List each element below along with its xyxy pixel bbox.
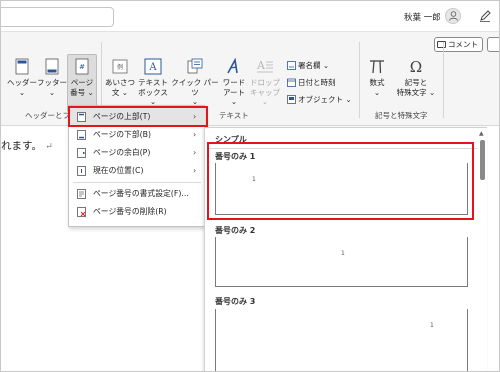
format-icon xyxy=(77,189,86,199)
svg-text:例: 例 xyxy=(117,63,123,71)
date-time-button[interactable]: 日付と時刻 xyxy=(287,77,336,88)
chevron-right-icon: › xyxy=(193,166,197,175)
page-margin-icon xyxy=(77,148,86,158)
comment-button[interactable]: コメント xyxy=(434,37,483,52)
menu-item-format-page-numbers[interactable]: ページ番号の書式設定(F)... xyxy=(69,185,205,203)
page-number-preview: 1 xyxy=(430,322,434,329)
search-box[interactable] xyxy=(1,7,114,27)
highlight-plain-number-1 xyxy=(207,142,474,220)
share-button[interactable] xyxy=(487,37,499,52)
symbol-button[interactable]: Ω 記号と 特殊文字 ⌄ xyxy=(393,58,439,97)
page-bottom-icon xyxy=(77,130,86,140)
scrollbar-thumb[interactable] xyxy=(480,140,485,180)
wordart-button[interactable]: ワード アート ⌄ xyxy=(219,58,249,107)
paragraph-mark: ↵ xyxy=(45,142,53,152)
object-icon xyxy=(287,95,296,104)
page-number-preview: 1 xyxy=(341,250,345,257)
calendar-icon xyxy=(287,78,296,87)
dropcap-icon: A xyxy=(256,59,273,73)
word-window: 秋葉 一郎 コメント ヘッダー ⌄ フッター ⌄ # ページ 番号 ⌄ ヘッダー… xyxy=(0,0,500,372)
signature-icon xyxy=(287,61,296,70)
gallery-item-plain-number-2[interactable]: 1 xyxy=(215,237,468,287)
scroll-up-icon[interactable]: ▲ xyxy=(479,130,484,137)
pi-icon xyxy=(370,60,384,74)
avatar[interactable] xyxy=(445,8,461,24)
pen-icon[interactable] xyxy=(478,9,492,23)
greeting-icon: 例 xyxy=(112,59,128,74)
textbox-icon: A xyxy=(144,58,162,75)
menu-item-page-margins[interactable]: ページの余白(P) › xyxy=(69,144,205,162)
greeting-button[interactable]: 例 あいさつ 文 ⌄ xyxy=(104,58,136,97)
group-label-text: テキスト xyxy=(219,111,249,120)
quickparts-icon xyxy=(187,58,203,74)
menu-item-remove-page-numbers[interactable]: ページ番号の削除(R) xyxy=(69,203,205,221)
current-position-icon xyxy=(77,166,86,176)
signature-line-button[interactable]: 署名欄 ⌄ xyxy=(287,60,329,71)
document-text: れます。 ↵ xyxy=(1,140,53,152)
gallery-item-label: 番号のみ 3 xyxy=(215,297,256,306)
gallery-item-label: 番号のみ 2 xyxy=(215,226,256,235)
group-separator xyxy=(359,42,360,118)
textbox-button[interactable]: A テキスト ボックス ⌄ xyxy=(136,58,170,107)
object-button[interactable]: オブジェクト ⌄ xyxy=(287,94,352,105)
chevron-right-icon: › xyxy=(193,130,197,139)
comment-icon xyxy=(437,41,446,48)
svg-text:Ω: Ω xyxy=(410,58,422,75)
title-bar: 秋葉 一郎 xyxy=(1,1,499,31)
menu-separator xyxy=(73,182,201,183)
omega-icon: Ω xyxy=(410,58,422,75)
group-label-symbols: 記号と特殊文字 xyxy=(375,111,428,120)
svg-text:#: # xyxy=(79,63,85,71)
menu-item-current-position[interactable]: 現在の位置(C) › xyxy=(69,162,205,180)
menu-item-bottom-of-page[interactable]: ページの下部(B) › xyxy=(69,126,205,144)
svg-text:A: A xyxy=(148,62,157,73)
header-icon xyxy=(15,58,29,75)
svg-text:A: A xyxy=(256,59,266,72)
person-icon xyxy=(449,11,458,21)
wordart-icon xyxy=(227,58,238,74)
group-separator xyxy=(443,42,444,118)
page-number-icon: # xyxy=(75,58,89,75)
page-number-button[interactable]: # ページ 番号 ⌄ xyxy=(67,58,97,97)
gallery-item-plain-number-3[interactable]: 1 xyxy=(215,309,468,371)
remove-icon xyxy=(77,207,86,217)
footer-icon xyxy=(45,58,59,75)
footer-button[interactable]: フッター ⌄ xyxy=(37,58,67,97)
equation-button[interactable]: 数式 ⌄ xyxy=(363,58,391,97)
user-name: 秋葉 一郎 xyxy=(404,13,441,23)
chevron-right-icon: › xyxy=(193,148,197,157)
quickparts-button[interactable]: クイック パーツ ⌄ xyxy=(171,58,219,107)
dropcap-button[interactable]: A ドロップ キャップ ⌄ xyxy=(249,58,281,107)
highlight-top-of-page xyxy=(68,106,208,127)
header-button[interactable]: ヘッダー ⌄ xyxy=(7,58,37,97)
